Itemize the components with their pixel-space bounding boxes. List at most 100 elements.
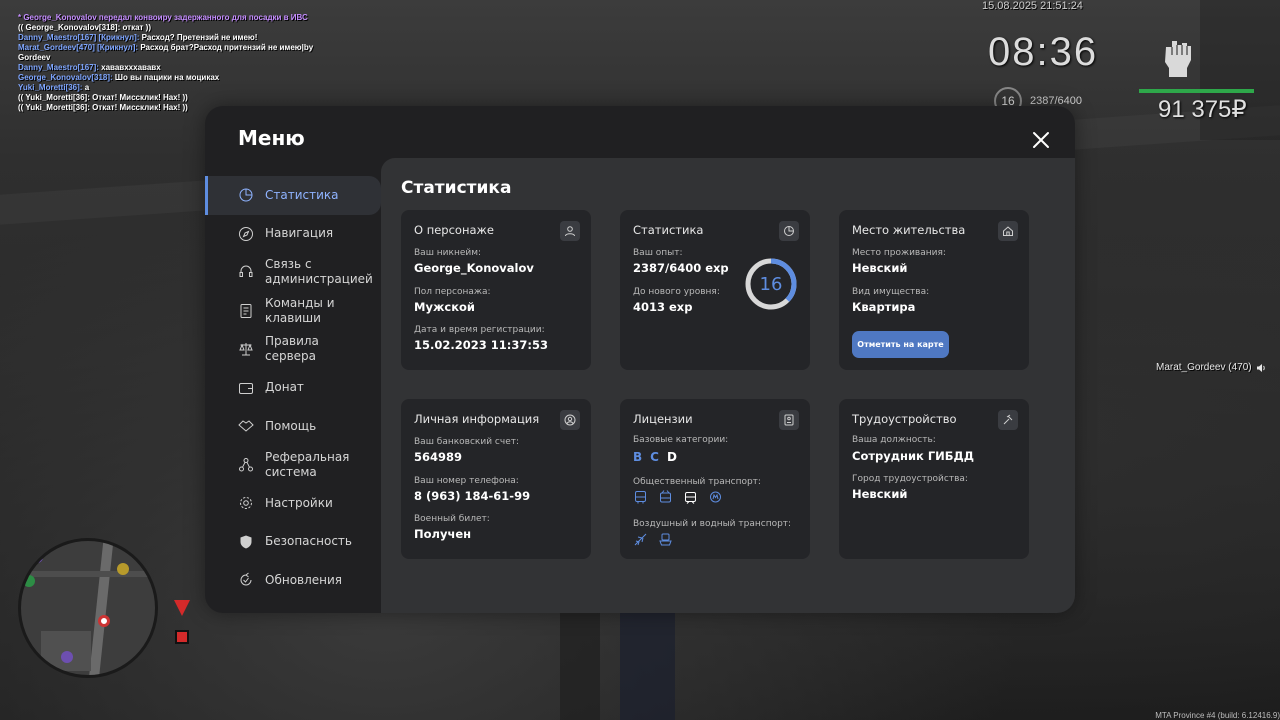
sidebar-item[interactable]: Безопасность [205,523,381,562]
fist-icon [1165,41,1191,77]
chat-message: (( George_Konovalov[318]: откат )) [18,23,151,32]
sidebar-item[interactable]: Обновления [205,561,381,600]
chat-message: Шо вы пацики на моциках [112,73,220,82]
chat-author: Yuki_Moretti[36]: [18,83,83,92]
field-label: Ваш никнейм: [414,248,482,258]
field-label: Ваш опыт: [633,248,683,258]
field-label: Вид имущества: [852,287,930,297]
sidebar-item[interactable]: Команды и клавиши [205,292,381,331]
card-title: О персонаже [414,223,494,237]
field-label: Воздушный и водный транспорт: [633,519,792,529]
property-value: Квартира [852,300,916,314]
card-character: О персонаже Ваш никнейм: George_Konovalo… [401,210,591,370]
field-label: Военный билет: [414,514,490,524]
gear-icon [238,495,254,511]
sidebar-item-label: Реферальная система [265,449,350,479]
chat-line: Marat_Gordeev[470] [Крикнул]: Расход бра… [18,43,313,53]
next-level-value: 4013 exp [633,300,693,314]
mark-on-map-button[interactable]: Отметить на карте [852,331,949,358]
air-water-icons [633,532,673,547]
card-residence: Место жительства Место проживания: Невск… [839,210,1029,370]
sidebar-item-label: Статистика [265,187,339,202]
field-label: Дата и время регистрации: [414,325,545,335]
health-bar [1139,89,1254,93]
trolleybus-icon [660,490,671,503]
hud-clock: 08:36 [988,30,1099,74]
plane-icon [634,533,647,546]
nametag-text: Marat_Gordeev (470) [1156,362,1252,373]
registration-value: 15.02.2023 11:37:53 [414,338,548,352]
document-icon [238,303,254,319]
sidebar-item-label: Донат [265,380,304,395]
north-marker [174,600,190,616]
sidebar-item[interactable]: Помощь [205,407,381,446]
refresh-icon [238,572,254,588]
minimap [18,538,158,678]
license-category: D [666,450,677,464]
boat-icon [659,533,672,546]
sidebar-item[interactable]: Реферальная система [205,446,381,485]
field-label: Ваш номер телефона: [414,476,519,486]
license-categories: BCD [633,450,677,464]
sidebar-item-label: Безопасность [265,534,352,549]
handshake-icon [238,418,254,434]
level-progress-ring: 16 [745,258,797,310]
job-city-value: Невский [852,487,908,501]
field-label: Пол персонажа: [414,287,491,297]
build-info: MTA Province #4 (build: 6.12416.9) [1155,711,1280,720]
sidebar-item[interactable]: Навигация [205,215,381,254]
chat-message: Gordeev [18,53,51,62]
compass-icon [238,226,254,242]
speaker-icon [1256,363,1265,372]
field-label: Ваш банковский счет: [414,437,520,447]
chat-message: Расход? Претензий не имею! [139,33,258,42]
shield-icon [238,534,254,550]
phone-value: 8 (963) 184-61-99 [414,489,531,503]
sidebar-item-label: Команды и клавиши [265,295,335,325]
card-title: Место жительства [852,223,966,237]
player-nametag: Marat_Gordeev (470) [1156,362,1266,373]
sidebar-item[interactable]: Настройки [205,484,381,523]
public-transport-icons [633,490,723,505]
chat-message: а [82,83,90,92]
hud-money: 91 375₽ [1158,96,1247,123]
close-icon[interactable] [1031,130,1051,150]
network-icon [238,457,254,473]
chat-line: George_Konovalov[318]: Шо вы пацики на м… [18,73,313,83]
metro-icon [710,491,721,503]
bus-icon [635,491,646,504]
chat-message: * George_Konovalov передал конвоиру заде… [18,13,308,22]
menu-sidebar: Статистика Навигация Связь с администрацие… [205,176,381,600]
sidebar-item[interactable]: Связь с администрацией [205,253,381,292]
card-title: Статистика [633,223,704,237]
chat-line: Danny_Maestro[167] [Крикнул]: Расход? Пр… [18,33,313,43]
military-id-value: Получен [414,527,472,541]
card-licenses: Лицензии Базовые категории: BCD Обществе… [620,399,810,559]
chat-line: Yuki_Moretti[36]: а [18,83,313,93]
headset-icon [238,264,254,280]
tram-icon [685,492,696,504]
chat-log: * George_Konovalov передал конвоиру заде… [18,13,313,113]
field-label: Общественный транспорт: [633,477,761,487]
card-title: Личная информация [414,412,540,426]
pie-chart-icon [779,221,799,241]
sidebar-item[interactable]: Правила сервера [205,330,381,369]
map-blip [23,575,35,587]
field-label: Ваша должность: [852,435,936,445]
player-blip [98,615,110,627]
card-title: Лицензии [633,412,693,426]
gender-value: Мужской [414,300,475,314]
sidebar-item[interactable]: Донат [205,369,381,408]
field-label: Базовые категории: [633,435,729,445]
hammer-icon [998,410,1018,430]
chat-author: Marat_Gordeev[470] [Крикнул]: [18,43,139,52]
license-category: C [650,450,659,464]
map-blip [61,651,73,663]
sidebar-item[interactable]: Статистика [205,176,381,215]
chat-message: (( Yuki_Moretti[36]: Откат! Миссклик! На… [18,93,188,102]
exp-value: 2387/6400 exp [633,261,729,275]
license-category: B [633,450,643,464]
sidebar-item-label: Обновления [265,572,343,587]
chat-message: (( Yuki_Moretti[36]: Откат! Миссклик! На… [18,103,188,112]
job-position-value: Сотрудник ГИБДД [852,449,975,463]
